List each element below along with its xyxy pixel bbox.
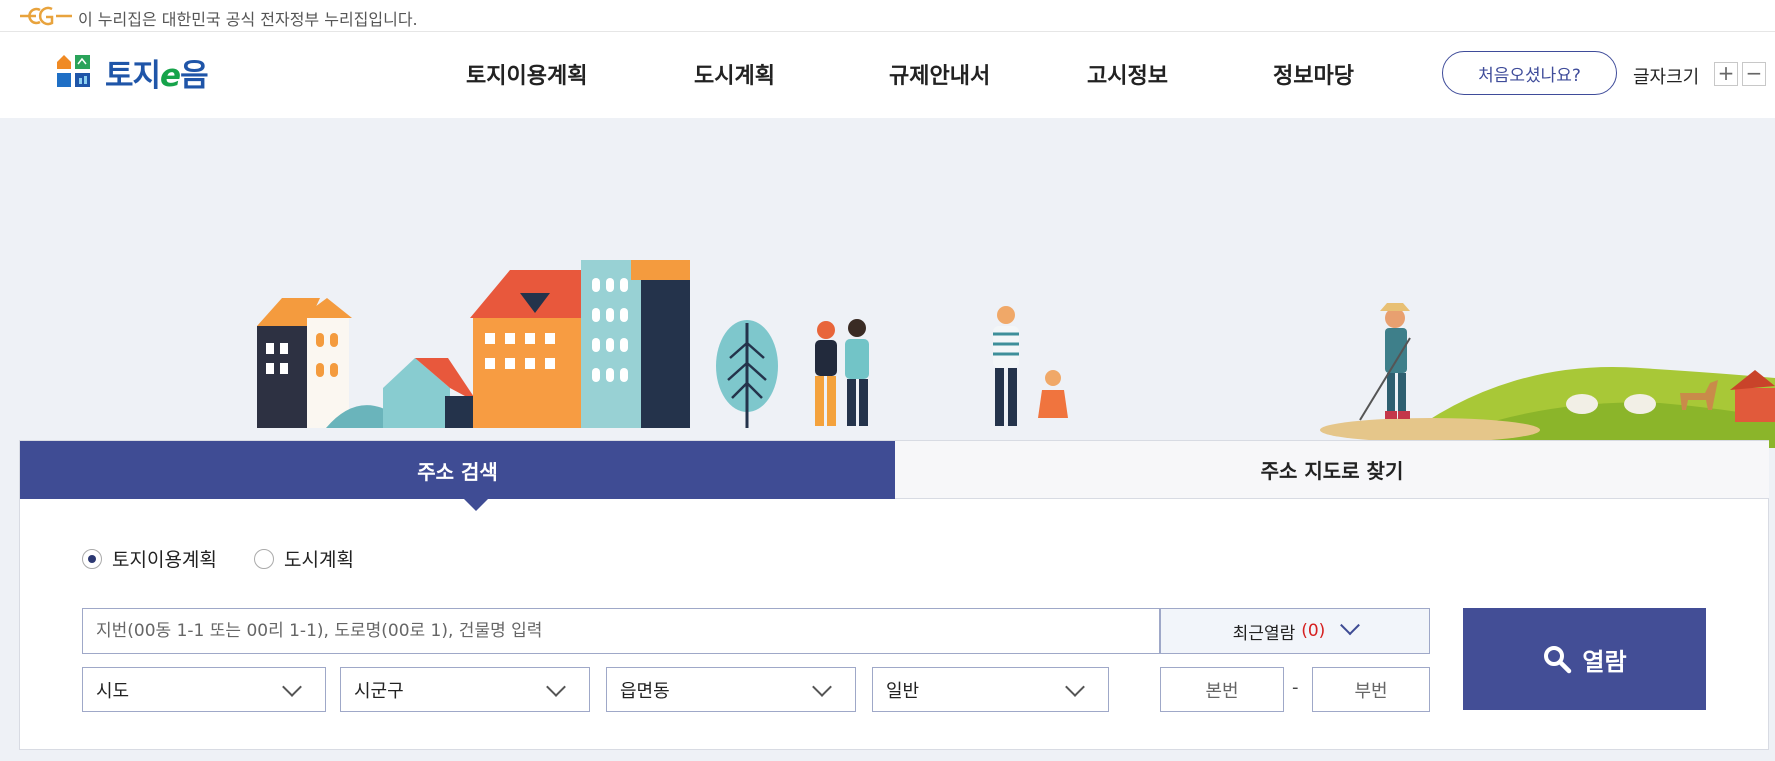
nav-info-board[interactable]: 정보마당 xyxy=(1273,58,1354,90)
radio-label: 토지이용계획 xyxy=(112,549,217,571)
logo-mark-icon xyxy=(57,55,90,87)
site-header: 토지e음 토지이용계획 도시계획 규제안내서 고시정보 정보마당 처음오셨나요?… xyxy=(0,32,1775,118)
select-land-type[interactable]: 일반 xyxy=(872,667,1109,712)
nav-notice-info[interactable]: 고시정보 xyxy=(1087,58,1168,90)
main-number-input[interactable]: 본번 xyxy=(1160,667,1284,712)
radio-land-use-plan[interactable]: 토지이용계획 xyxy=(82,545,217,572)
gov-banner-text: 이 누리집은 대한민국 공식 전자정부 누리집입니다. xyxy=(78,10,418,29)
address-search-box xyxy=(82,608,1161,654)
egov-logo-icon xyxy=(20,6,72,26)
recent-views-count: (0) xyxy=(1301,621,1326,641)
select-sigungu-value: 시군구 xyxy=(354,680,404,702)
chevron-down-icon xyxy=(1065,677,1085,697)
open-button-label: 열람 xyxy=(1582,647,1627,676)
open-button[interactable]: 열람 xyxy=(1463,608,1706,710)
address-search-panel: 주소 검색 주소 지도로 찾기 토지이용계획 도시계획 최근열람 (0) 시도 … xyxy=(19,440,1769,750)
address-search-input[interactable] xyxy=(83,609,1161,653)
chevron-down-icon xyxy=(282,677,302,697)
site-logo[interactable]: 토지e음 xyxy=(55,52,235,94)
gov-banner: 이 누리집은 대한민국 공식 전자정부 누리집입니다. xyxy=(0,0,1775,32)
select-land-type-value: 일반 xyxy=(886,680,920,702)
select-eupmyeondong-value: 읍면동 xyxy=(620,680,670,702)
radio-unchecked-icon xyxy=(254,548,274,569)
search-icon xyxy=(1544,646,1572,674)
tab-address-search[interactable]: 주소 검색 xyxy=(20,441,895,499)
select-sido-value: 시도 xyxy=(96,680,130,702)
active-tab-indicator xyxy=(464,499,488,511)
font-increase-button[interactable]: + xyxy=(1714,62,1738,86)
font-size-label: 글자크기 xyxy=(1633,67,1700,88)
recent-views-dropdown[interactable]: 최근열람 (0) xyxy=(1160,608,1430,654)
number-separator: - xyxy=(1292,677,1299,698)
font-decrease-button[interactable]: − xyxy=(1742,62,1766,86)
nav-regulation-guide[interactable]: 규제안내서 xyxy=(889,58,990,90)
chevron-down-icon xyxy=(1340,615,1361,636)
select-sido[interactable]: 시도 xyxy=(82,667,326,712)
radio-checked-icon xyxy=(82,548,102,569)
radio-label: 도시계획 xyxy=(284,549,354,571)
tab-address-map[interactable]: 주소 지도로 찾기 xyxy=(895,441,1769,499)
recent-views-label: 최근열람 xyxy=(1232,623,1296,644)
nav-land-use-plan[interactable]: 토지이용계획 xyxy=(466,58,587,90)
logo-text: 토지e음 xyxy=(105,58,209,94)
radio-urban-plan[interactable]: 도시계획 xyxy=(254,545,354,572)
chevron-down-icon xyxy=(546,677,566,697)
sub-number-input[interactable]: 부번 xyxy=(1312,667,1430,712)
select-sigungu[interactable]: 시군구 xyxy=(340,667,590,712)
first-visit-button[interactable]: 처음오셨나요? xyxy=(1442,51,1617,95)
select-eupmyeondong[interactable]: 읍면동 xyxy=(606,667,856,712)
nav-urban-plan[interactable]: 도시계획 xyxy=(694,58,775,90)
chevron-down-icon xyxy=(812,677,832,697)
